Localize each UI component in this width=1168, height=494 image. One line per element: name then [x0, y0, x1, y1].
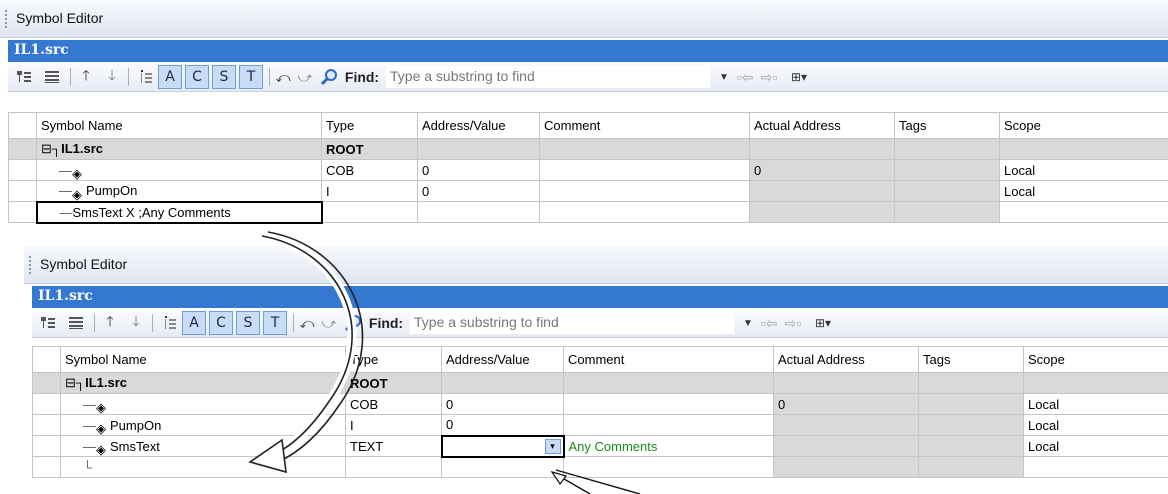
curved-arrow-annotation	[248, 231, 641, 494]
